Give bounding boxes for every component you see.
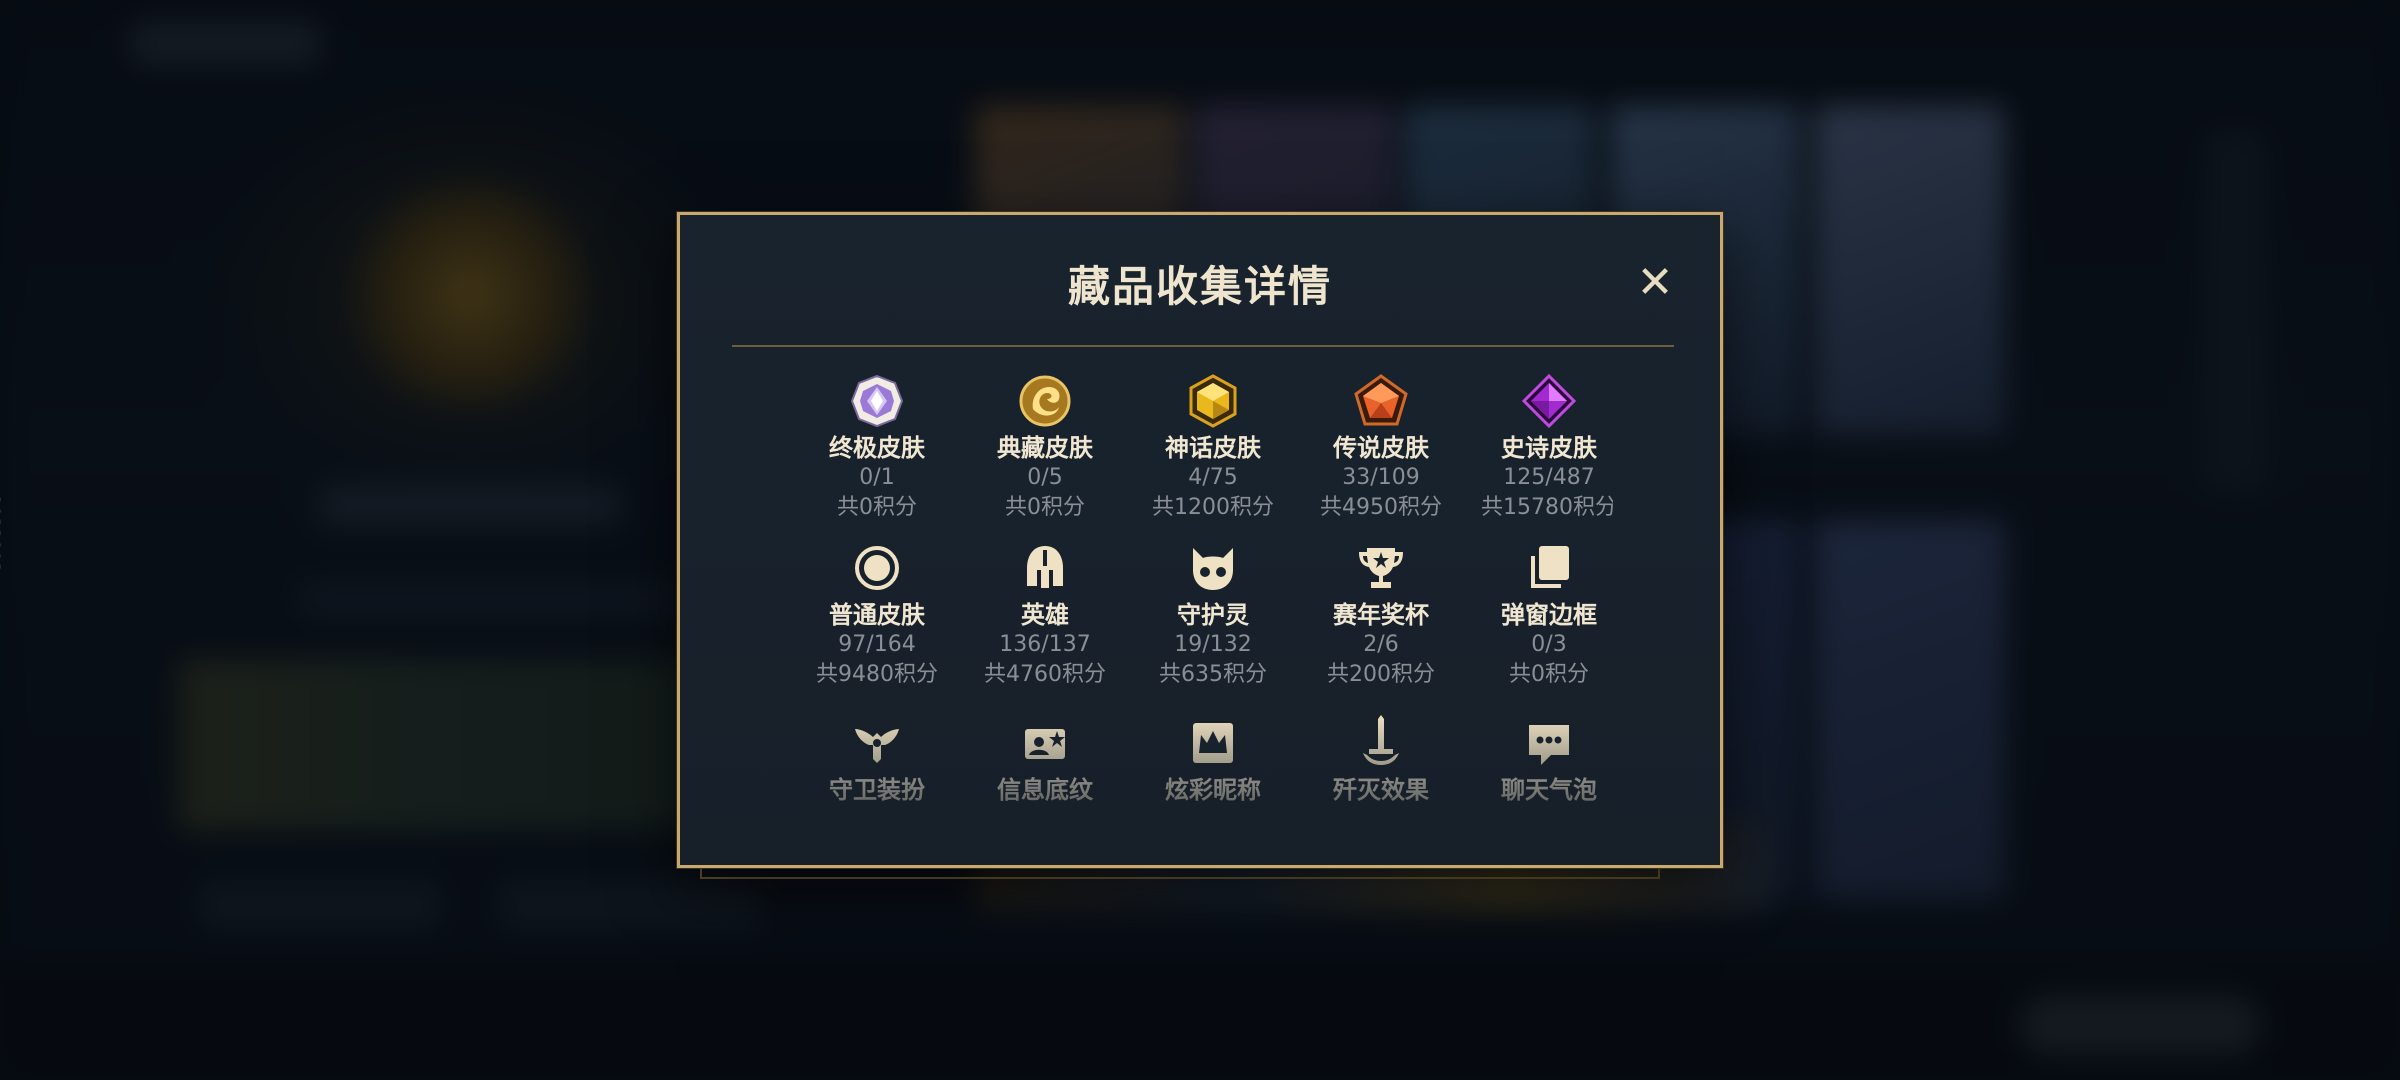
banner-icon <box>1025 729 1065 759</box>
item-count: 4/75 <box>1188 465 1238 490</box>
crown-card-icon <box>1193 723 1233 763</box>
item-name: 聊天气泡 <box>1501 776 1597 804</box>
item-name: 神话皮肤 <box>1165 434 1261 462</box>
close-button[interactable]: ✕ <box>1633 261 1677 307</box>
collection-item-chat-bubble[interactable]: 聊天气泡 <box>1465 715 1613 805</box>
collection-item-little-legend[interactable]: 守护灵 19/132 共635积分 <box>1129 540 1297 690</box>
collection-item-epic[interactable]: 史诗皮肤 125/487 共15780积分 <box>1465 373 1613 523</box>
item-count: 97/164 <box>838 632 916 657</box>
item-name: 赛年奖杯 <box>1333 601 1429 629</box>
item-points: 共1200积分 <box>1152 495 1274 520</box>
item-name: 英雄 <box>1021 601 1069 629</box>
collection-item-popup-frame[interactable]: 弹窗边框 0/3 共0积分 <box>1465 540 1613 690</box>
epic-gem-icon <box>1521 373 1577 429</box>
item-count: 125/487 <box>1503 465 1595 490</box>
item-points: 共200积分 <box>1327 662 1435 687</box>
collection-item-mythic[interactable]: 神话皮肤 4/75 共1200积分 <box>1129 373 1297 523</box>
item-count: 0/3 <box>1531 632 1567 657</box>
item-points: 共0积分 <box>1005 495 1085 520</box>
title-divider <box>732 345 1674 347</box>
item-points: 共9480积分 <box>816 662 938 687</box>
legendary-gem-icon <box>1354 374 1408 426</box>
item-count: 33/109 <box>1342 465 1420 490</box>
close-icon: ✕ <box>1636 257 1674 308</box>
item-count: 0/5 <box>1027 465 1063 490</box>
chat-bubble-icon <box>1529 725 1569 765</box>
collection-item-standard-skin[interactable]: 普通皮肤 97/164 共9480积分 <box>793 540 961 690</box>
item-name: 典藏皮肤 <box>997 434 1093 462</box>
collection-item-finisher-effect[interactable]: 歼灭效果 <box>1297 715 1465 805</box>
item-points: 共635积分 <box>1159 662 1267 687</box>
ward-icon <box>855 729 899 763</box>
item-count: 0/1 <box>859 465 895 490</box>
ultimate-gem-icon <box>850 374 904 428</box>
item-count: 2/6 <box>1363 632 1399 657</box>
item-name: 信息底纹 <box>997 776 1093 804</box>
collection-item-ward-skin[interactable]: 守卫装扮 <box>793 715 961 805</box>
item-points: 共4950积分 <box>1320 495 1442 520</box>
helmet-icon <box>1027 546 1063 588</box>
item-points: 共0积分 <box>1509 662 1589 687</box>
ring-icon <box>855 546 899 590</box>
item-points: 共0积分 <box>837 495 917 520</box>
collection-item-prestige[interactable]: 典藏皮肤 0/5 共0积分 <box>961 373 1129 523</box>
item-name: 普通皮肤 <box>829 601 925 629</box>
item-name: 史诗皮肤 <box>1501 434 1597 462</box>
sword-icon <box>1363 715 1399 765</box>
collection-item-season-trophy[interactable]: 赛年奖杯 2/6 共200积分 <box>1297 540 1465 690</box>
item-name: 终极皮肤 <box>829 434 925 462</box>
collection-item-colorful-nickname[interactable]: 炫彩昵称 <box>1129 715 1297 805</box>
mythic-gem-icon <box>1189 374 1237 428</box>
dragon-emblem-icon <box>1019 375 1071 427</box>
stacked-frames-icon <box>1531 546 1569 588</box>
trophy-icon <box>1359 548 1403 588</box>
item-name: 歼灭效果 <box>1333 776 1429 804</box>
item-name: 守护灵 <box>1177 601 1249 629</box>
watermark-text: 2033093 <box>0 495 4 574</box>
item-count: 19/132 <box>1174 632 1252 657</box>
item-points: 共15780积分 <box>1481 495 1613 520</box>
collection-details-modal: 藏品收集详情 ✕ 终极皮肤 0/1 共0积分 典藏皮肤 0/5 共0积分 神话皮… <box>677 212 1723 868</box>
item-name: 守卫装扮 <box>829 776 925 804</box>
collection-item-legendary[interactable]: 传说皮肤 33/109 共4950积分 <box>1297 373 1465 523</box>
collection-grid: 终极皮肤 0/1 共0积分 典藏皮肤 0/5 共0积分 神话皮肤 4/75 共1… <box>793 373 1613 843</box>
modal-title: 藏品收集详情 <box>1067 262 1332 311</box>
collection-item-ultimate[interactable]: 终极皮肤 0/1 共0积分 <box>793 373 961 523</box>
little-legend-icon <box>1193 548 1233 590</box>
item-name: 传说皮肤 <box>1333 434 1429 462</box>
item-count: 136/137 <box>999 632 1091 657</box>
item-points: 共4760积分 <box>984 662 1106 687</box>
collection-item-champions[interactable]: 英雄 136/137 共4760积分 <box>961 540 1129 690</box>
item-name: 弹窗边框 <box>1501 601 1597 629</box>
collection-item-profile-banner[interactable]: 信息底纹 <box>961 715 1129 805</box>
item-name: 炫彩昵称 <box>1165 776 1261 804</box>
